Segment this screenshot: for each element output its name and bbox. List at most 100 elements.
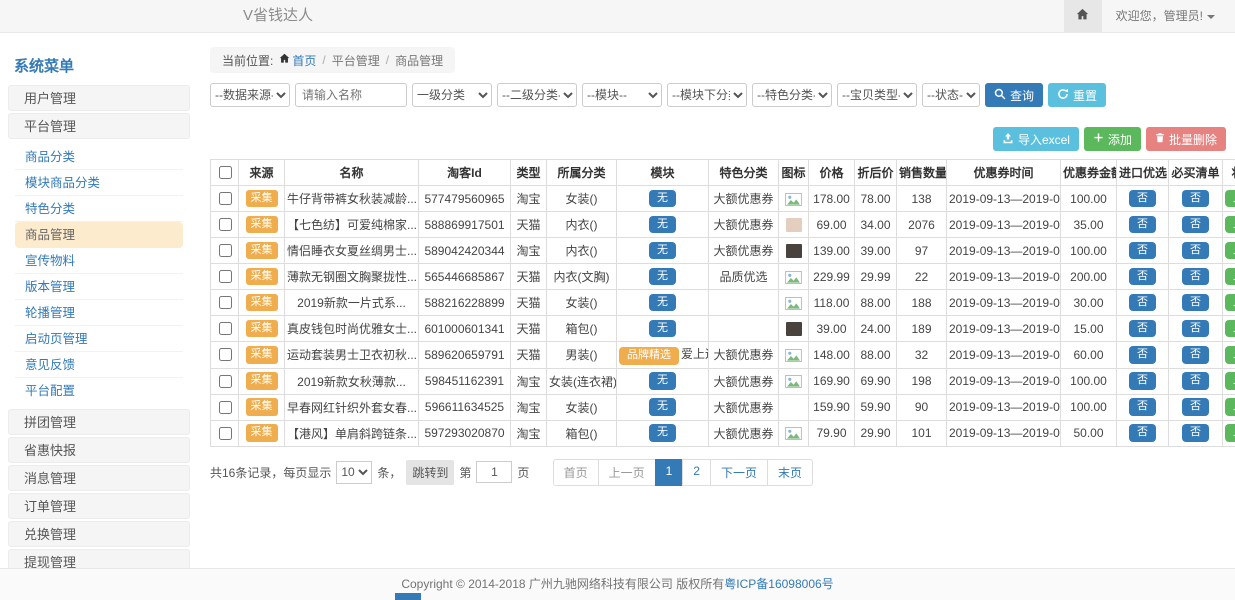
row-checkbox[interactable] xyxy=(219,322,232,335)
row-checkbox[interactable] xyxy=(219,192,232,205)
sidebar-item-拼团管理[interactable]: 拼团管理 xyxy=(8,409,190,435)
row-checkbox[interactable] xyxy=(219,218,232,231)
sidebar-subitem-特色分类[interactable]: 特色分类 xyxy=(15,196,183,222)
feature-cell: 大额优惠券 xyxy=(709,394,779,420)
row-checkbox[interactable] xyxy=(219,427,232,440)
row-checkbox[interactable] xyxy=(219,270,232,283)
status-badge[interactable]: 上架 xyxy=(1225,190,1235,208)
must-buy-toggle[interactable]: 否 xyxy=(1182,320,1209,338)
select-all-checkbox[interactable] xyxy=(219,166,232,179)
row-checkbox[interactable] xyxy=(219,348,232,361)
import-choice-toggle[interactable]: 否 xyxy=(1129,424,1156,442)
category-cell: 女装(连衣裙) xyxy=(547,368,617,394)
status-badge[interactable]: 上架 xyxy=(1225,294,1235,312)
import-choice-toggle[interactable]: 否 xyxy=(1129,242,1156,260)
jump-button[interactable]: 跳转到 xyxy=(406,460,454,485)
home-button[interactable] xyxy=(1064,0,1102,32)
filter-select-3[interactable]: --二级分类-- xyxy=(497,83,577,107)
sidebar-subitem-启动页管理[interactable]: 启动页管理 xyxy=(15,326,183,352)
status-badge[interactable]: 上架 xyxy=(1225,372,1235,390)
sidebar-subitem-意见反馈[interactable]: 意见反馈 xyxy=(15,352,183,378)
must-buy-toggle[interactable]: 否 xyxy=(1182,294,1209,312)
import-choice-toggle[interactable]: 否 xyxy=(1129,320,1156,338)
batch-delete-button[interactable]: 批量删除 xyxy=(1146,127,1226,151)
row-checkbox[interactable] xyxy=(219,401,232,414)
must-buy-toggle[interactable]: 否 xyxy=(1182,424,1209,442)
import-choice-toggle[interactable]: 否 xyxy=(1129,398,1156,416)
column-header-特色分类: 特色分类 xyxy=(709,160,779,186)
add-button[interactable]: 添加 xyxy=(1084,127,1141,151)
filter-select-6[interactable]: --特色分类-- xyxy=(752,83,832,107)
must-buy-toggle[interactable]: 否 xyxy=(1182,398,1209,416)
must-buy-toggle[interactable]: 否 xyxy=(1182,268,1209,286)
filter-select-4[interactable]: --模块-- xyxy=(582,83,662,107)
filter-select-2[interactable]: 一级分类 xyxy=(412,83,492,107)
status-badge[interactable]: 上架 xyxy=(1225,242,1235,260)
filter-select-5[interactable]: --模块下分类-- xyxy=(667,83,747,107)
copyright-text: Copyright © 2014-2018 广州九驰网络科技有限公司 版权所有 xyxy=(401,577,724,591)
sidebar-subitem-版本管理[interactable]: 版本管理 xyxy=(15,274,183,300)
name-cell: 早春网红针织外套女春... xyxy=(285,394,419,420)
table-row: 采集早春网红针织外套女春...596611634525淘宝女装()无大额优惠券1… xyxy=(211,394,1235,420)
status-badge[interactable]: 上架 xyxy=(1225,424,1235,442)
row-checkbox[interactable] xyxy=(219,375,232,388)
must-buy-toggle[interactable]: 否 xyxy=(1182,372,1209,390)
import-choice-toggle[interactable]: 否 xyxy=(1129,294,1156,312)
column-header-模块: 模块 xyxy=(617,160,709,186)
import-choice-toggle[interactable]: 否 xyxy=(1129,216,1156,234)
jump-page-input[interactable] xyxy=(476,461,512,483)
must-buy-cell: 否 xyxy=(1169,264,1223,290)
sidebar-subitem-模块商品分类[interactable]: 模块商品分类 xyxy=(15,170,183,196)
sidebar-item-消息管理[interactable]: 消息管理 xyxy=(8,465,190,491)
import-choice-toggle[interactable]: 否 xyxy=(1129,190,1156,208)
import-excel-button[interactable]: 导入excel xyxy=(993,127,1079,151)
import-choice-toggle[interactable]: 否 xyxy=(1129,268,1156,286)
sidebar-item-省惠快报[interactable]: 省惠快报 xyxy=(8,437,190,463)
filter-select-0[interactable]: --数据来源-- xyxy=(210,83,290,107)
sidebar-item-兑换管理[interactable]: 兑换管理 xyxy=(8,521,190,547)
must-buy-toggle[interactable]: 否 xyxy=(1182,216,1209,234)
page-button-2[interactable]: 2 xyxy=(682,459,711,486)
filter-select-8[interactable]: --状态-- xyxy=(922,83,980,107)
must-buy-toggle[interactable]: 否 xyxy=(1182,346,1209,364)
breadcrumb-home-link[interactable]: 首页 xyxy=(279,52,316,69)
row-checkbox-cell xyxy=(211,420,239,446)
name-search-input[interactable] xyxy=(295,83,407,107)
status-badge[interactable]: 上架 xyxy=(1225,346,1235,364)
source-badge: 采集 xyxy=(246,398,278,416)
status-badge[interactable]: 上架 xyxy=(1225,268,1235,286)
sidebar-subitem-轮播管理[interactable]: 轮播管理 xyxy=(15,300,183,326)
page-button-上一页[interactable]: 上一页 xyxy=(598,459,656,486)
user-menu[interactable]: 欢迎您，管理员! xyxy=(1102,0,1235,32)
sidebar-subitem-商品管理[interactable]: 商品管理 xyxy=(15,222,183,248)
discount-price-cell: 29.90 xyxy=(855,420,897,446)
column-header-状态: 状态 xyxy=(1223,160,1235,186)
status-badge[interactable]: 上架 xyxy=(1225,398,1235,416)
sidebar-item-订单管理[interactable]: 订单管理 xyxy=(8,493,190,519)
must-buy-toggle[interactable]: 否 xyxy=(1182,242,1209,260)
status-badge[interactable]: 上架 xyxy=(1225,216,1235,234)
sidebar-subitem-宣传物料[interactable]: 宣传物料 xyxy=(15,248,183,274)
sidebar-subitem-平台配置[interactable]: 平台配置 xyxy=(15,378,183,404)
sidebar-item-用户管理[interactable]: 用户管理 xyxy=(8,85,190,111)
must-buy-toggle[interactable]: 否 xyxy=(1182,190,1209,208)
row-checkbox[interactable] xyxy=(219,296,232,309)
import-choice-toggle[interactable]: 否 xyxy=(1129,346,1156,364)
sales-cell: 189 xyxy=(897,316,947,342)
module-cell: 无 xyxy=(617,186,709,212)
row-checkbox[interactable] xyxy=(219,244,232,257)
page-button-下一页[interactable]: 下一页 xyxy=(710,459,768,486)
import-choice-toggle[interactable]: 否 xyxy=(1129,372,1156,390)
sidebar-subitem-商品分类[interactable]: 商品分类 xyxy=(15,144,183,170)
filter-select-7[interactable]: --宝贝类型-- xyxy=(837,83,917,107)
reset-button[interactable]: 重置 xyxy=(1048,83,1106,107)
page-button-首页[interactable]: 首页 xyxy=(553,459,599,486)
page-button-1[interactable]: 1 xyxy=(655,459,684,486)
search-button[interactable]: 查询 xyxy=(985,83,1043,107)
status-badge[interactable]: 上架 xyxy=(1225,320,1235,338)
taoke-id-cell: 589620659791 xyxy=(419,342,511,369)
sidebar-item-平台管理[interactable]: 平台管理 xyxy=(8,113,190,139)
icp-link[interactable]: 粤ICP备16098006号 xyxy=(724,577,833,591)
page-button-末页[interactable]: 末页 xyxy=(767,459,813,486)
page-size-select[interactable]: 10 xyxy=(336,461,372,484)
